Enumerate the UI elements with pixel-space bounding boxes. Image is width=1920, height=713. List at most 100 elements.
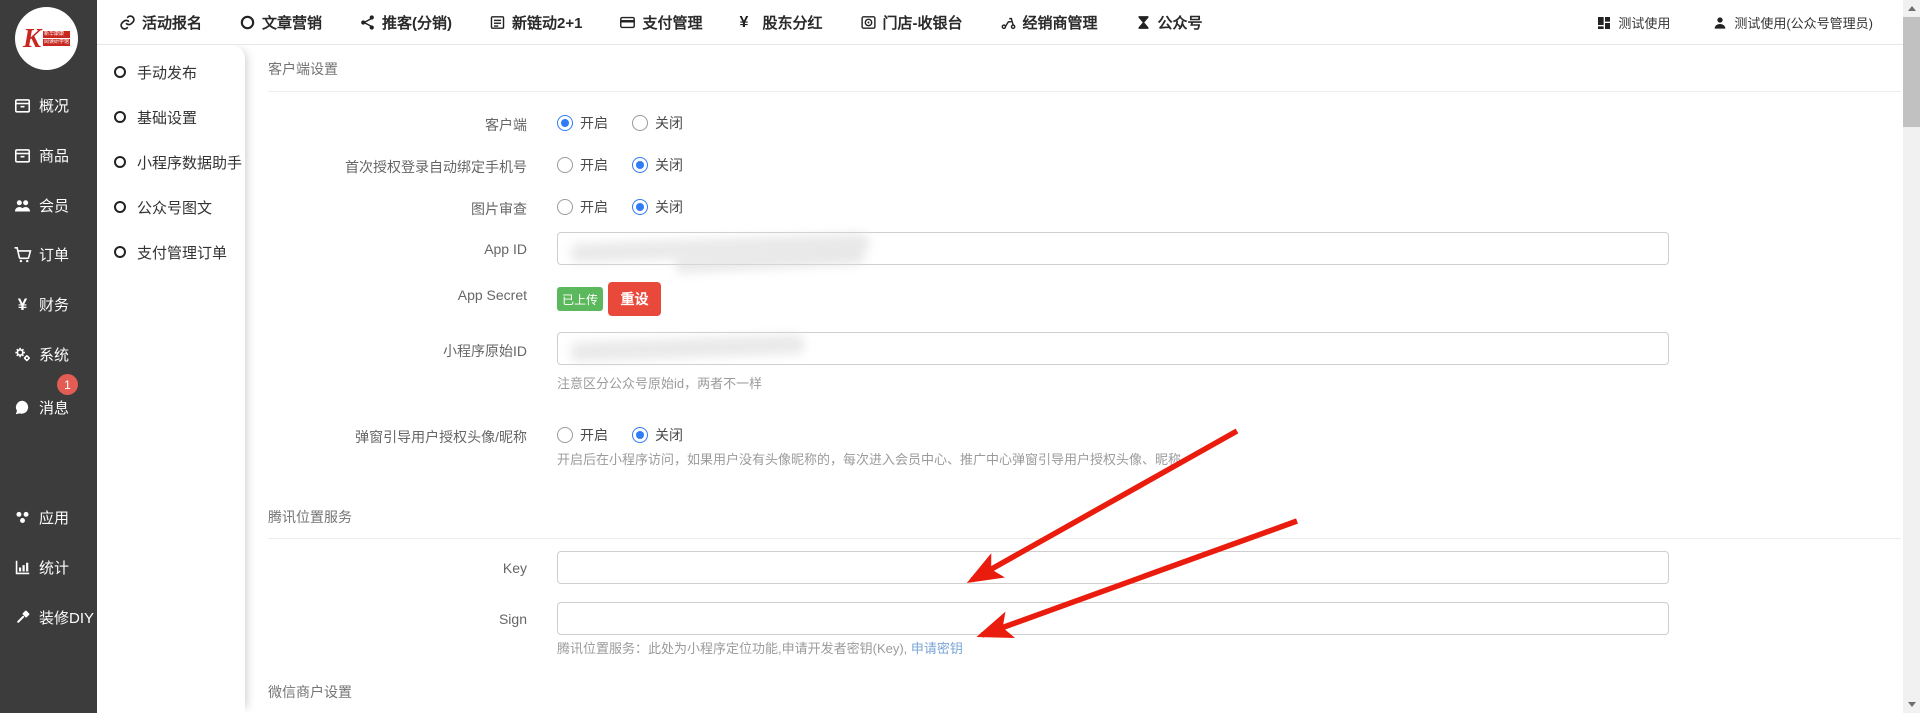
- app-id-input[interactable]: [557, 232, 1669, 265]
- triangle-up-icon: [1908, 6, 1916, 11]
- radio-unchecked-icon[interactable]: [557, 427, 573, 443]
- sign-input[interactable]: [557, 602, 1669, 635]
- chat-icon: [13, 398, 32, 417]
- submenu-item-basic-settings[interactable]: 基础设置: [97, 105, 245, 129]
- top-right-area: 测试使用 测试使用(公众号管理员): [1596, 0, 1873, 45]
- scrollbar-thumb[interactable]: [1903, 17, 1920, 127]
- origin-id-input[interactable]: [557, 332, 1669, 365]
- bind-phone-on-option[interactable]: 开启: [557, 155, 608, 175]
- origin-id-hint: 注意区分公众号原始id，两者不一样: [557, 373, 762, 392]
- circle-icon: [239, 14, 256, 31]
- list-box-icon: [489, 14, 506, 31]
- users-icon: [13, 196, 32, 215]
- nav-item-article-marketing[interactable]: 文章营销: [239, 12, 322, 33]
- nav-item-official-account[interactable]: 公众号: [1135, 12, 1203, 33]
- app-secret-label: App Secret: [268, 287, 527, 303]
- link-icon: [119, 14, 136, 31]
- circle-o-icon: [114, 66, 126, 78]
- gears-icon: [13, 345, 32, 364]
- message-count-badge: 1: [57, 374, 78, 395]
- bind-phone-label: 首次授权登录自动绑定手机号: [268, 157, 527, 177]
- client-on-option[interactable]: 开启: [557, 113, 608, 133]
- scrollbar-up-button[interactable]: [1903, 0, 1920, 17]
- nav-item-new-chain[interactable]: 新链动2+1: [489, 12, 582, 33]
- chart-icon: [13, 558, 32, 577]
- submenu-item-manual-publish[interactable]: 手动发布: [97, 60, 245, 84]
- sidebar-item-products[interactable]: 商品: [0, 142, 97, 168]
- page-scrollbar[interactable]: [1903, 0, 1920, 713]
- radio-checked-icon[interactable]: [632, 199, 648, 215]
- client-radio-group: 开启 关闭: [557, 113, 683, 133]
- yen-icon: ¥: [13, 295, 32, 314]
- nav-item-store-cashier[interactable]: 门店-收银台: [860, 12, 963, 33]
- radio-checked-icon[interactable]: [632, 427, 648, 443]
- nav-item-distribution[interactable]: 推客(分销): [359, 12, 452, 33]
- app-logo[interactable]: K 新华康康阅读研学馆: [15, 7, 78, 70]
- scrollbar-down-button[interactable]: [1903, 696, 1920, 713]
- radio-checked-icon[interactable]: [632, 157, 648, 173]
- cart-icon: [13, 245, 32, 264]
- sidebar-item-apps[interactable]: 应用: [0, 504, 97, 530]
- nav-item-shareholder-dividend[interactable]: ¥ 股东分红: [740, 12, 823, 33]
- sidebar-item-label: 订单: [39, 244, 69, 265]
- img-review-off-option[interactable]: 关闭: [632, 197, 683, 217]
- settings-form: 客户端设置 客户端 开启 关闭 首次授权登录自动绑定手机号 开启 关闭 图片审查…: [245, 45, 1903, 713]
- circle-o-icon: [114, 111, 126, 123]
- yen-icon: ¥: [740, 14, 757, 31]
- top-navbar: 活动报名 文章营销 推客(分销) 新链动2+1 支付管理 ¥ 股东分红 门店-收…: [97, 0, 1903, 45]
- triangle-down-icon: [1908, 702, 1916, 707]
- card-icon: [619, 14, 636, 31]
- main-sidebar: K 新华康康阅读研学馆 概况 商品 会员 订单 ¥ 财务 系统 消息 应用 统计: [0, 0, 97, 713]
- key-input[interactable]: [557, 551, 1669, 584]
- radio-unchecked-icon[interactable]: [557, 157, 573, 173]
- top-nav-items: 活动报名 文章营销 推客(分销) 新链动2+1 支付管理 ¥ 股东分红 门店-收…: [97, 12, 1203, 33]
- circle-o-icon: [114, 201, 126, 213]
- client-label: 客户端: [268, 115, 527, 135]
- sidebar-item-system[interactable]: 系统: [0, 341, 97, 367]
- apply-key-link[interactable]: 申请密钥: [911, 641, 963, 656]
- logo-letter: K: [23, 25, 41, 52]
- sidebar-item-members[interactable]: 会员: [0, 192, 97, 218]
- submenu-item-payment-orders[interactable]: 支付管理订单: [97, 240, 245, 264]
- reset-button[interactable]: 重设: [608, 282, 661, 316]
- submenu-item-official-articles[interactable]: 公众号图文: [97, 195, 245, 219]
- sidebar-item-finance[interactable]: ¥ 财务: [0, 291, 97, 317]
- circle-o-icon: [114, 156, 126, 168]
- store-icon: [860, 14, 877, 31]
- img-review-on-option[interactable]: 开启: [557, 197, 608, 217]
- box-icon: [13, 146, 32, 165]
- sidebar-item-overview[interactable]: 概况: [0, 92, 97, 118]
- radio-unchecked-icon[interactable]: [557, 199, 573, 215]
- section-divider: [268, 91, 1901, 92]
- img-review-radio-group: 开启 关闭: [557, 197, 683, 217]
- nav-item-activity-signup[interactable]: 活动报名: [119, 12, 202, 33]
- nav-item-dealer-mgmt[interactable]: 经销商管理: [1000, 12, 1098, 33]
- client-off-option[interactable]: 关闭: [632, 113, 683, 133]
- radio-unchecked-icon[interactable]: [632, 115, 648, 131]
- tencent-location-hint: 腾讯位置服务：此处为小程序定位功能,申请开发者密钥(Key), 申请密钥: [557, 638, 963, 657]
- nodes-icon: [13, 508, 32, 527]
- popup-guide-label: 弹窗引导用户授权头像/昵称: [268, 427, 527, 447]
- sidebar-item-orders[interactable]: 订单: [0, 241, 97, 267]
- bind-phone-off-option[interactable]: 关闭: [632, 155, 683, 175]
- sidebar-item-stats[interactable]: 统计: [0, 554, 97, 580]
- origin-id-label: 小程序原始ID: [268, 341, 527, 361]
- box-icon: [13, 96, 32, 115]
- uploaded-button[interactable]: 已上传: [557, 287, 603, 311]
- sidebar-item-label: 应用: [39, 507, 69, 528]
- section-title-wechat-merchant: 微信商户设置: [268, 682, 352, 702]
- sidebar-item-decorate-diy[interactable]: 装修DIY: [0, 604, 97, 630]
- popup-off-option[interactable]: 关闭: [632, 425, 683, 445]
- sign-label: Sign: [268, 611, 527, 627]
- circle-o-icon: [114, 246, 126, 258]
- section-divider: [268, 538, 1901, 539]
- sidebar-item-label: 系统: [39, 344, 69, 365]
- nav-item-payment-mgmt[interactable]: 支付管理: [619, 12, 702, 33]
- current-user-button[interactable]: 测试使用(公众号管理员): [1712, 13, 1873, 32]
- submenu-item-miniprogram-data[interactable]: 小程序数据助手: [97, 150, 245, 174]
- popup-on-option[interactable]: 开启: [557, 425, 608, 445]
- test-account-button[interactable]: 测试使用: [1596, 13, 1670, 32]
- sidebar-item-messages[interactable]: 消息: [0, 394, 97, 420]
- popup-guide-hint: 开启后在小程序访问，如果用户没有头像昵称的，每次进入会员中心、推广中心弹窗引导用…: [557, 449, 1181, 468]
- radio-checked-icon[interactable]: [557, 115, 573, 131]
